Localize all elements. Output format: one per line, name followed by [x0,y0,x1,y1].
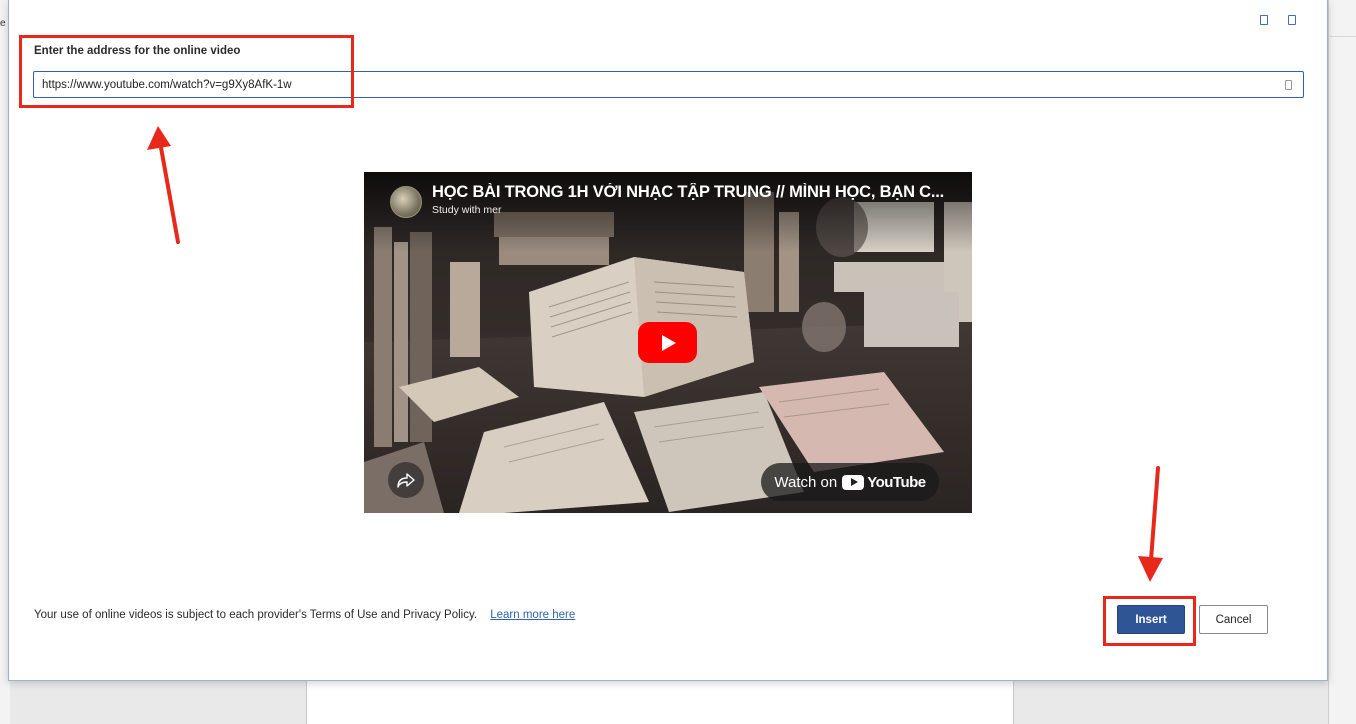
insert-video-dialog: Enter the address for the online video h… [8,0,1328,681]
play-button[interactable] [638,322,697,363]
insert-highlight-box [1103,596,1196,646]
terms-text: Your use of online videos is subject to … [34,609,478,621]
play-icon [662,334,676,351]
video-preview[interactable]: HỌC BÀI TRONG 1H VỚI NHẠC TẬP TRUNG // M… [364,172,972,513]
watch-on-label: Watch on [774,473,838,491]
learn-more-link[interactable]: Learn more here [490,609,575,621]
youtube-logo: YouTube [842,473,926,491]
youtube-brand: YouTube [867,473,926,491]
background-divider [1328,36,1356,37]
url-highlight-box [19,35,354,108]
channel-avatar[interactable] [390,186,422,218]
video-channel[interactable]: Study with mer [432,204,501,216]
arrow-to-url-annotation [147,126,180,244]
cancel-button[interactable]: Cancel [1199,605,1268,634]
share-icon [397,473,415,488]
background-tab-stub: e [0,18,6,29]
background-right-pane [1328,0,1356,724]
arrow-to-insert-annotation [1138,466,1163,582]
background-document-page [306,681,1014,724]
close-icon[interactable] [1286,14,1298,26]
video-title[interactable]: HỌC BÀI TRONG 1H VỚI NHẠC TẬP TRUNG // M… [432,183,952,202]
clipboard-icon[interactable] [1285,80,1292,90]
share-button[interactable] [388,462,424,498]
terms-notice: Your use of online videos is subject to … [34,609,575,621]
youtube-icon [842,474,865,490]
watch-on-youtube-button[interactable]: Watch on YouTube [761,463,939,501]
restore-icon[interactable] [1258,14,1270,26]
